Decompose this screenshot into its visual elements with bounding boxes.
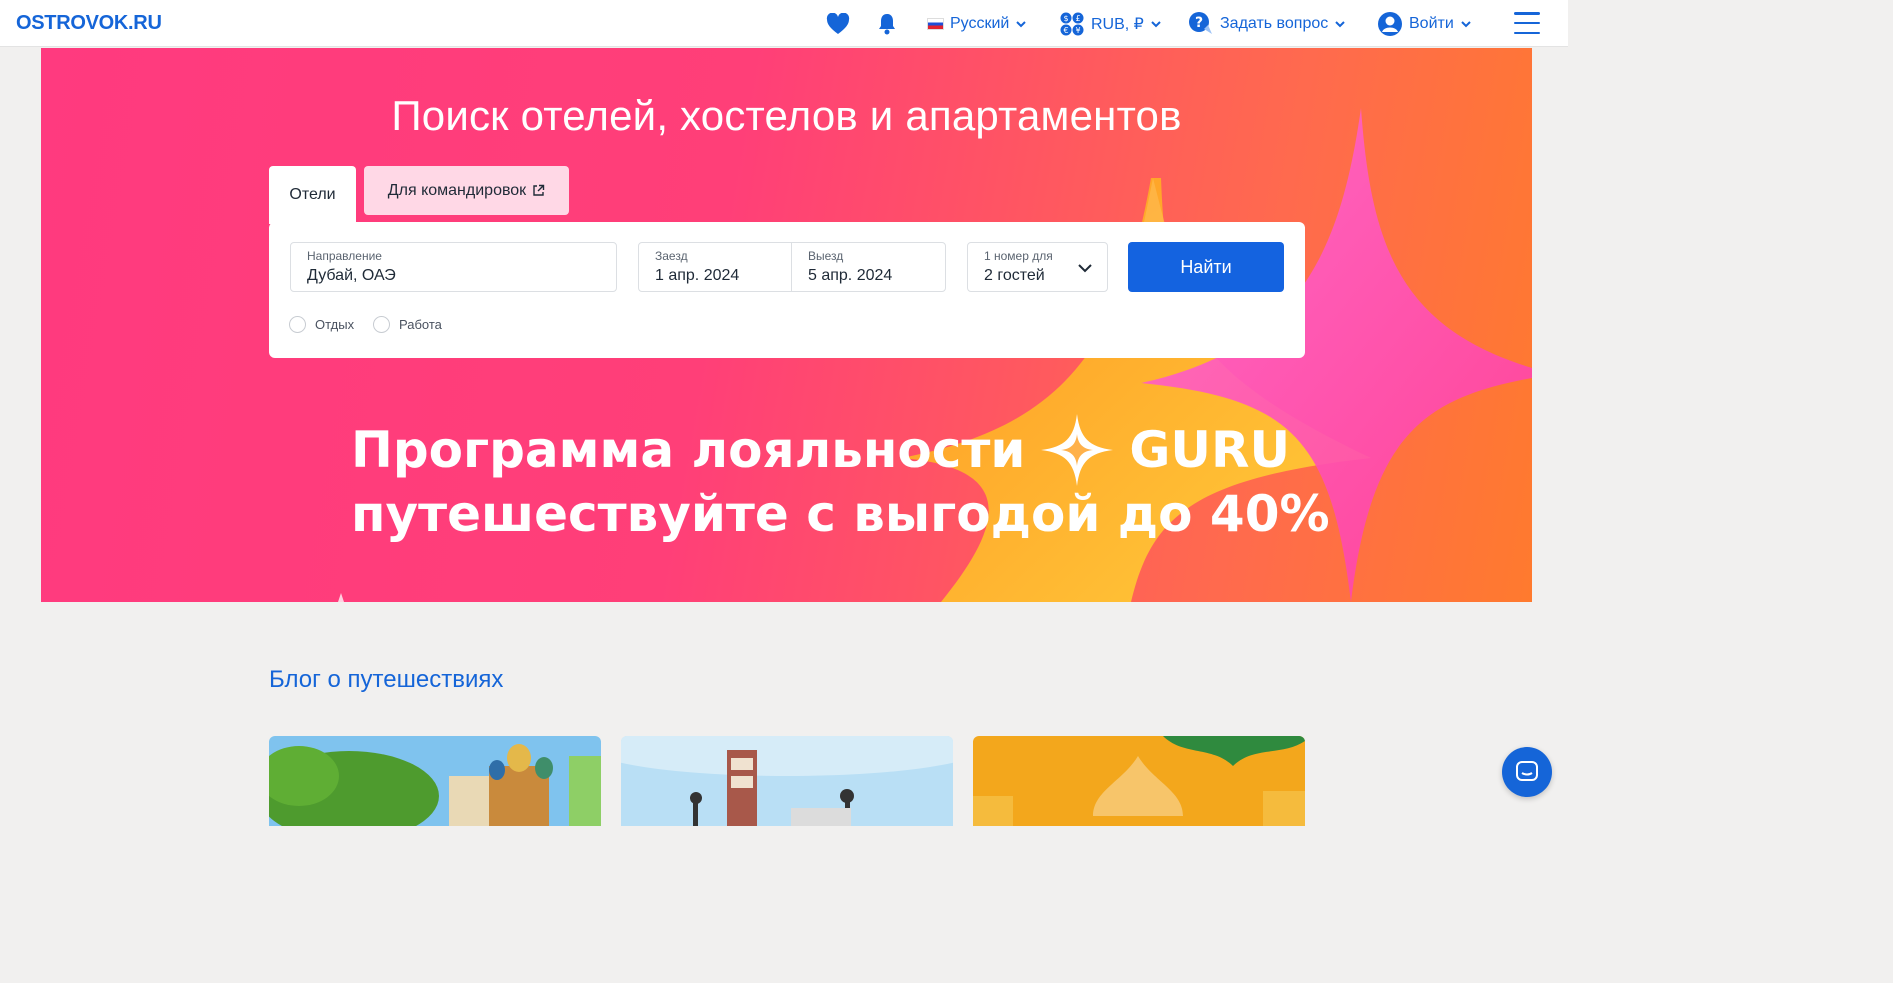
checkout-label: Выезд <box>808 249 844 263</box>
blog-card-2[interactable] <box>621 736 953 826</box>
chevron-down-icon <box>1016 20 1027 27</box>
svg-text:¥: ¥ <box>1075 26 1080 35</box>
svg-text:?: ? <box>1195 15 1203 31</box>
trip-type-work-radio[interactable]: Работа <box>373 316 442 333</box>
svg-text:£: £ <box>1075 14 1080 23</box>
trip-type-leisure-label: Отдых <box>315 317 355 332</box>
help-chat-icon: ? <box>1189 11 1212 34</box>
menu-hamburger-icon[interactable] <box>1514 12 1540 34</box>
trip-type-work-label: Работа <box>399 317 442 332</box>
search-form: Направление Дубай, ОАЭ Заезд 1 апр. 2024… <box>269 222 1305 358</box>
checkout-value: 5 апр. 2024 <box>808 267 893 284</box>
language-label: Русский <box>950 14 1010 32</box>
ask-question-button[interactable]: ? Задать вопрос <box>1188 0 1346 47</box>
language-selector[interactable]: Русский <box>927 0 1027 47</box>
currency-selector[interactable]: $ £ € ¥ RUB, ₽ <box>1059 0 1162 47</box>
currency-icon: $ £ € ¥ <box>1060 12 1084 35</box>
top-header: OSTROVOK.RU Русский $ £ € ¥ RUB, ₽ ? Зад… <box>0 0 1568 47</box>
external-link-icon <box>533 184 545 196</box>
hero-banner: Поиск отелей, хостелов и апартаментов От… <box>41 48 1532 602</box>
destination-label: Направление <box>307 249 382 263</box>
promo-subheading: путешествуйте с выгодой до 40% <box>351 485 1330 543</box>
blog-section-title[interactable]: Блог о путешествиях <box>269 666 503 694</box>
trip-type-leisure-radio[interactable]: Отдых <box>289 316 354 333</box>
destination-value: Дубай, ОАЭ <box>307 267 396 284</box>
russia-flag-icon <box>927 17 944 30</box>
guests-selector[interactable]: 1 номер для 2 гостей <box>967 242 1108 292</box>
login-label: Войти <box>1409 14 1454 32</box>
blog-card-image <box>973 736 1305 826</box>
search-submit-button[interactable]: Найти <box>1128 242 1284 292</box>
blog-card-image <box>621 736 953 826</box>
chevron-down-icon <box>1078 264 1092 273</box>
checkin-label: Заезд <box>655 249 688 263</box>
loyalty-promo[interactable]: Программа лояльности GURU путешествуйте … <box>351 414 1330 546</box>
support-chat-button[interactable] <box>1502 747 1552 797</box>
promo-brand: GURU <box>1129 421 1291 479</box>
checkin-field[interactable]: Заезд 1 апр. 2024 <box>638 242 792 292</box>
guests-value: 2 гостей <box>984 267 1045 284</box>
tab-business-trips-label: Для командировок <box>387 181 527 199</box>
destination-field[interactable]: Направление Дубай, ОАЭ <box>290 242 617 292</box>
chevron-down-icon <box>1461 20 1471 27</box>
guests-label: 1 номер для <box>984 249 1053 263</box>
tab-hotels[interactable]: Отели <box>269 166 356 224</box>
blog-card-3[interactable] <box>973 736 1305 826</box>
tab-business-trips[interactable]: Для командировок <box>364 166 569 215</box>
chevron-down-icon <box>1151 20 1161 27</box>
chevron-down-icon <box>1335 20 1345 27</box>
radio-circle <box>373 316 390 333</box>
login-button[interactable]: Войти <box>1377 0 1472 47</box>
site-logo[interactable]: OSTROVOK.RU <box>16 12 162 35</box>
checkout-field[interactable]: Выезд 5 апр. 2024 <box>791 242 946 292</box>
chat-bubble-icon <box>1516 761 1538 781</box>
blog-card-image <box>269 736 601 826</box>
promo-line-1: Программа лояльности GURU <box>351 414 1330 486</box>
hero-title: Поиск отелей, хостелов и апартаментов <box>391 92 1182 139</box>
radio-circle <box>289 316 306 333</box>
notifications-bell-icon[interactable] <box>877 0 897 47</box>
favorites-heart-icon[interactable] <box>826 0 850 47</box>
promo-heading: Программа лояльности <box>351 421 1026 479</box>
currency-label: RUB, ₽ <box>1091 15 1144 33</box>
svg-text:€: € <box>1063 26 1068 35</box>
checkin-value: 1 апр. 2024 <box>655 267 740 284</box>
user-avatar-icon <box>1378 11 1402 36</box>
sparkle-star-icon <box>1041 414 1114 486</box>
blog-card-1[interactable] <box>269 736 601 826</box>
ask-question-label: Задать вопрос <box>1220 14 1329 32</box>
svg-text:$: $ <box>1063 14 1068 23</box>
